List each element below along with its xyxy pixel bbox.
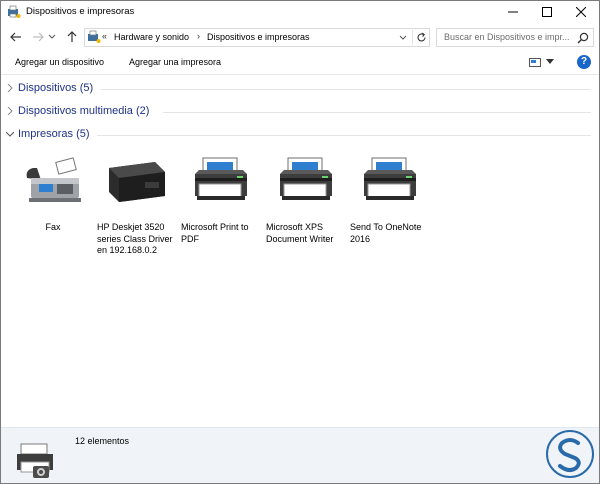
group-divider <box>97 135 591 136</box>
devices-printers-window: Dispositivos e impresoras « Hardware y s… <box>0 0 600 484</box>
address-dropdown-button[interactable] <box>398 33 408 43</box>
add-printer-button[interactable]: Agregar una impresora <box>129 57 221 67</box>
refresh-icon <box>416 32 426 42</box>
help-icon[interactable]: ? <box>577 55 591 69</box>
group-dispositivos[interactable]: Dispositivos (5) <box>1 80 599 98</box>
minimize-button[interactable] <box>496 1 530 23</box>
printer-icon <box>189 156 253 208</box>
item-count: 12 elementos <box>75 436 130 446</box>
printer-label: Fax <box>45 222 61 232</box>
printer-label: Send To OneNote 2016 <box>350 222 422 244</box>
printer-icon <box>274 156 338 208</box>
printer-icon <box>358 156 422 208</box>
back-arrow-icon <box>10 32 21 42</box>
command-bar: Agregar un dispositivo Agregar una impre… <box>1 52 599 75</box>
search-box[interactable]: Buscar en Dispositivos e impr... <box>436 28 594 47</box>
fax-icon <box>26 157 81 202</box>
details-pane: 12 elementos <box>1 427 599 483</box>
close-icon <box>576 7 586 17</box>
control-panel-icon <box>88 30 101 43</box>
maximize-icon <box>542 7 552 17</box>
group-dispositivos-multimedia[interactable]: Dispositivos multimedia (2) <box>1 103 599 121</box>
watermark-logo <box>546 430 594 478</box>
search-icon[interactable] <box>577 32 589 44</box>
hp-printer-icon <box>109 162 165 202</box>
devices-printers-large-icon <box>17 443 53 478</box>
forward-arrow-icon <box>33 32 44 42</box>
add-device-button[interactable]: Agregar un dispositivo <box>15 57 104 67</box>
recent-locations-button[interactable] <box>45 28 59 46</box>
breadcrumb-separator[interactable]: › <box>197 31 200 41</box>
address-overflow[interactable]: « <box>102 31 107 41</box>
back-button[interactable] <box>7 28 25 46</box>
change-view-icon[interactable] <box>529 58 541 67</box>
printer-label: Microsoft Print to PDF <box>181 222 249 244</box>
breadcrumb-devices-printers[interactable]: Dispositivos e impresoras <box>207 32 310 42</box>
group-label: Dispositivos (5) <box>18 82 94 94</box>
chevron-right-icon <box>7 107 13 115</box>
address-bar[interactable]: « Hardware y sonido › Dispositivos e imp… <box>84 28 430 47</box>
address-row: « Hardware y sonido › Dispositivos e imp… <box>1 26 599 50</box>
title-bar: Dispositivos e impresoras <box>1 1 599 23</box>
group-label: Dispositivos multimedia (2) <box>18 105 150 117</box>
window-title: Dispositivos e impresoras <box>26 6 135 17</box>
chevron-right-icon <box>7 84 13 92</box>
group-divider <box>101 89 591 90</box>
chevron-down-icon <box>399 35 407 40</box>
devices-printers-app-icon <box>8 5 21 18</box>
printer-label: Microsoft XPS Document Writer <box>266 222 334 244</box>
maximize-button[interactable] <box>530 1 564 23</box>
group-label: Impresoras (5) <box>18 128 90 140</box>
search-placeholder: Buscar en Dispositivos e impr... <box>444 32 570 42</box>
group-divider <box>163 112 591 113</box>
minimize-icon <box>508 11 518 13</box>
up-arrow-icon <box>67 31 77 42</box>
printer-label: HP Deskjet 3520 series Class Driver en 1… <box>97 222 173 255</box>
chevron-down-icon <box>48 34 56 39</box>
view-options-dropdown-icon[interactable] <box>546 59 554 65</box>
group-impresoras[interactable]: Impresoras (5) <box>1 126 599 144</box>
refresh-button[interactable] <box>412 30 429 45</box>
up-button[interactable] <box>63 28 81 46</box>
close-button[interactable] <box>564 1 598 23</box>
breadcrumb-hardware-sound[interactable]: Hardware y sonido <box>114 32 189 42</box>
chevron-down-icon <box>6 131 14 137</box>
